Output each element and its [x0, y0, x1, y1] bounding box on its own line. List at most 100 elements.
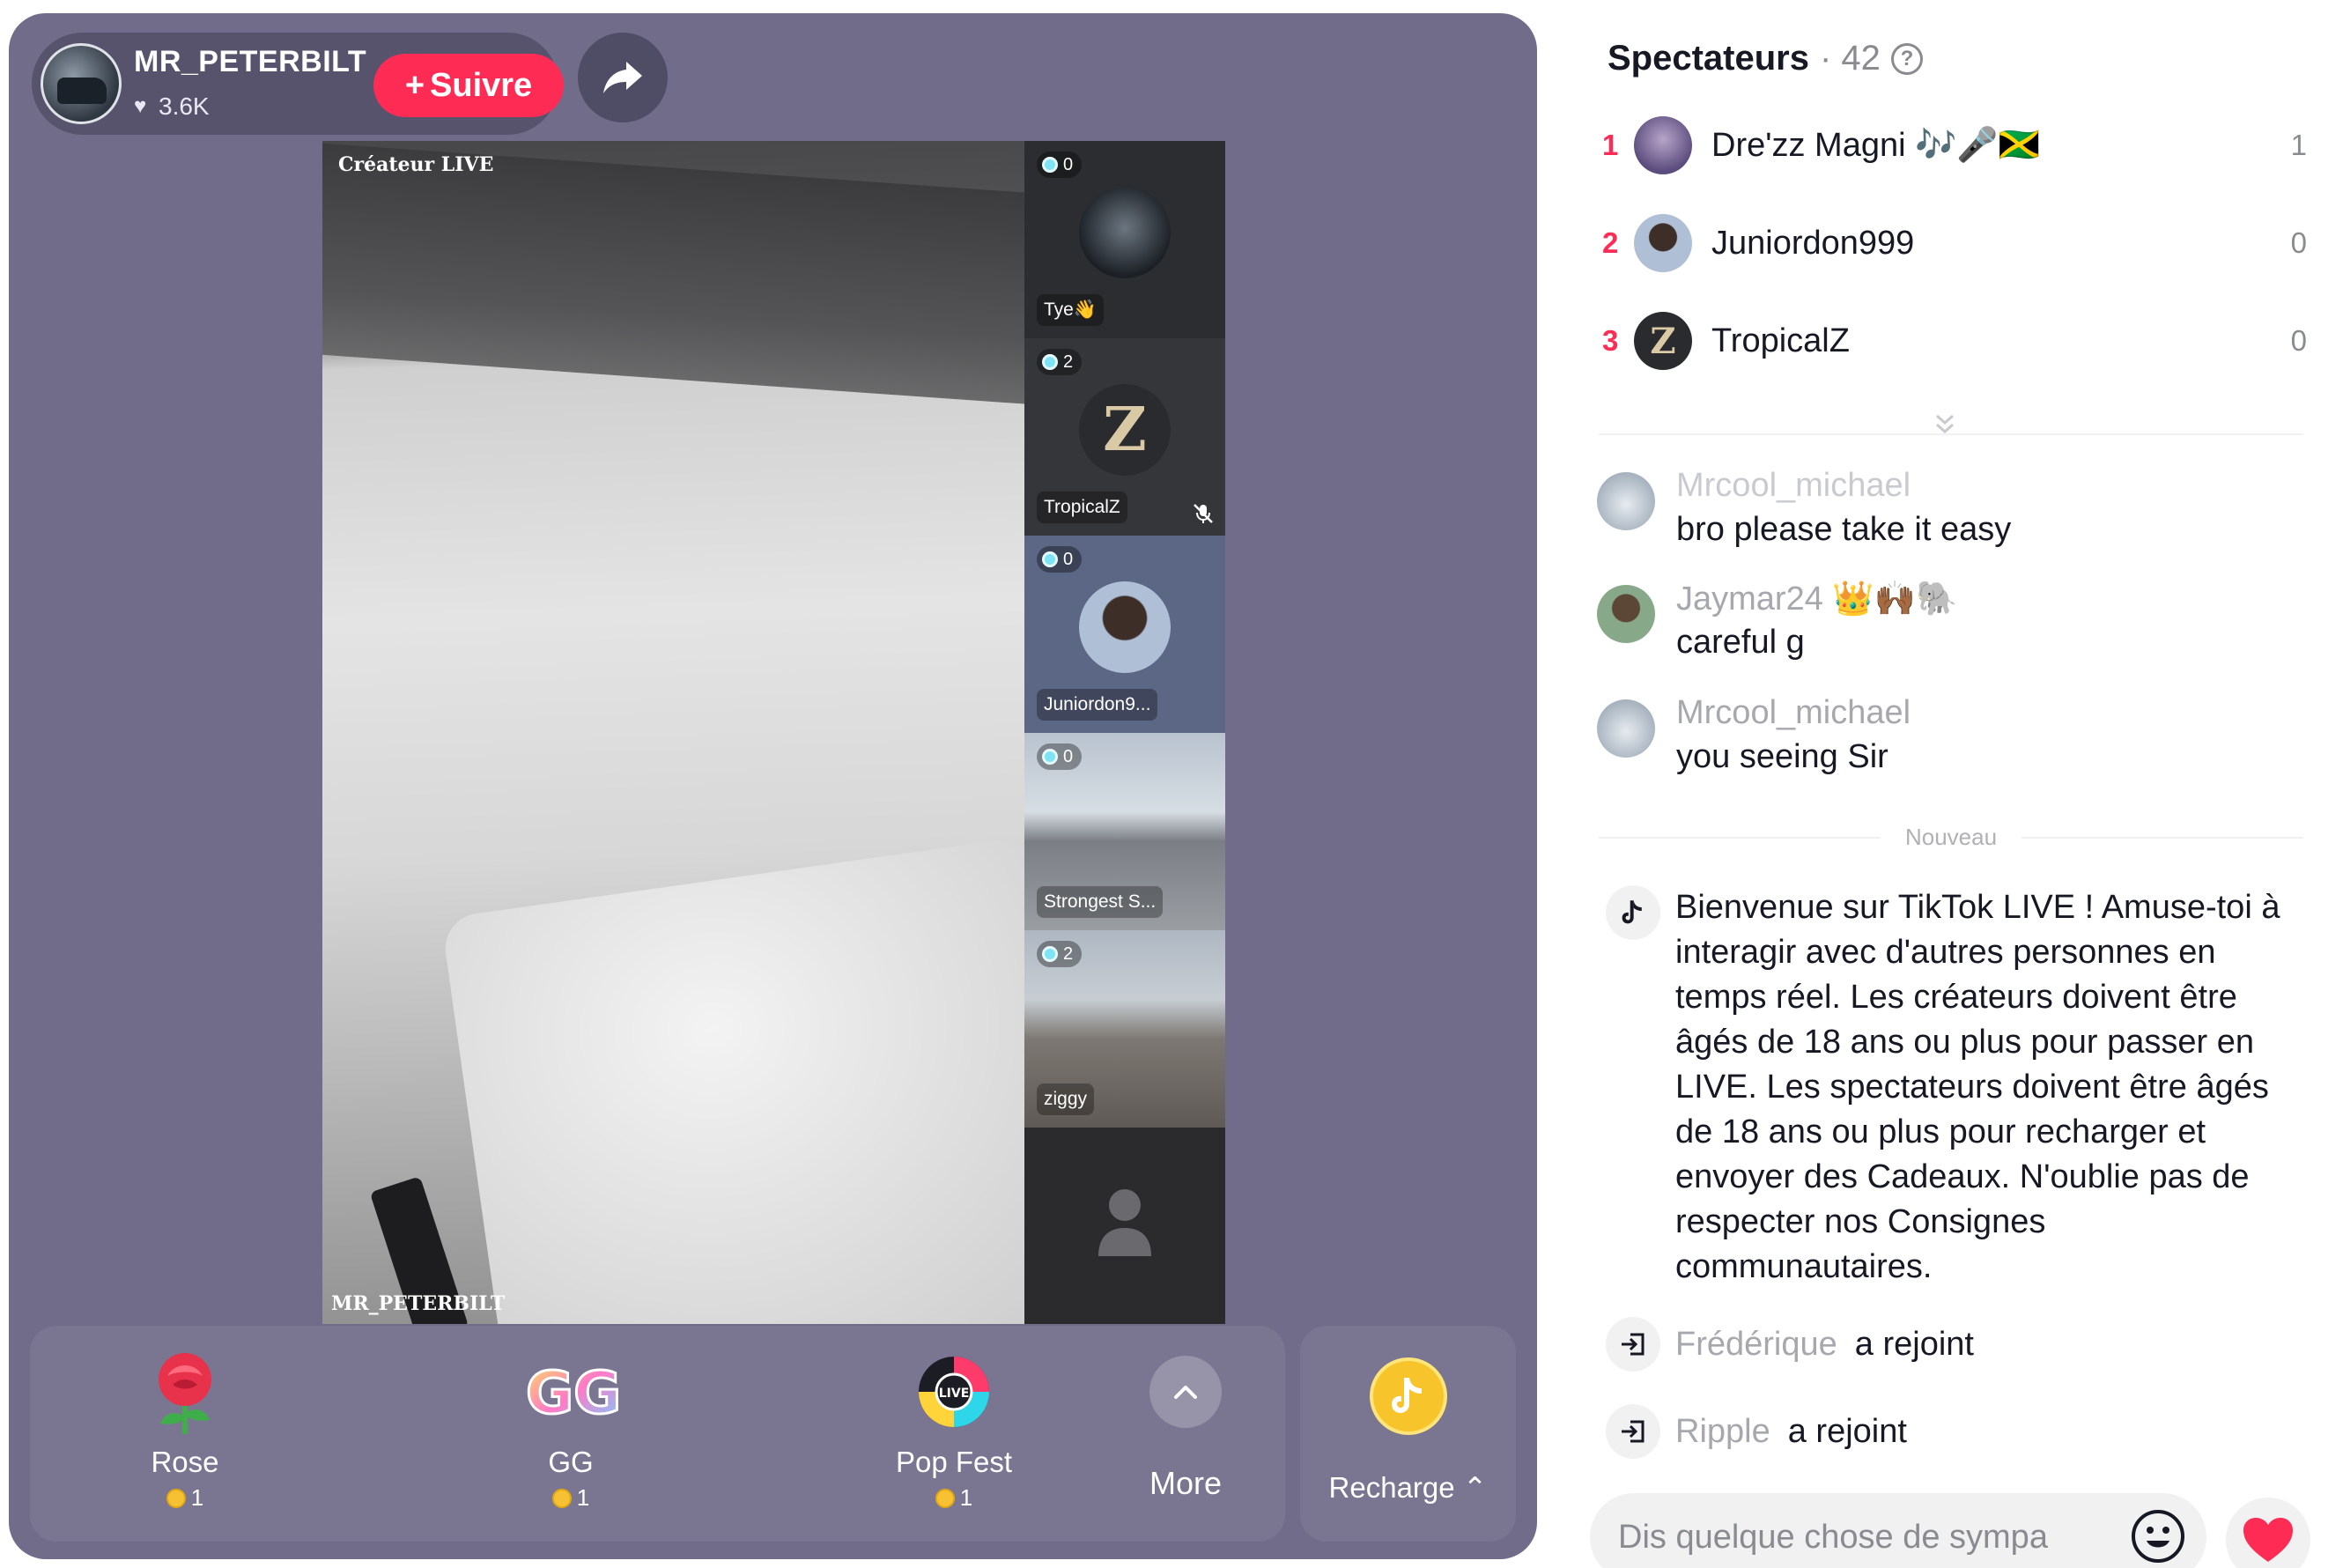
chat-username[interactable]: Mrcool_michael — [1676, 467, 1911, 505]
guest-count-badge: 2 — [1037, 349, 1083, 375]
chat-username[interactable]: Mrcool_michael — [1676, 694, 1911, 732]
popfest-icon: LIVE — [905, 1343, 1002, 1440]
gift-name: Pop Fest — [895, 1446, 1013, 1478]
chevron-up-small-icon: ⌃ — [1462, 1471, 1488, 1504]
join-text: a rejoint — [1854, 1325, 1974, 1363]
chat-avatar[interactable] — [1597, 699, 1655, 758]
guest-name: Juniordon9... — [1037, 689, 1158, 721]
welcome-message: Bienvenue sur TikTok LIVE ! Amuse-toi à … — [1675, 889, 2280, 1285]
guest-tile[interactable]: 0 Tye👋 — [1024, 141, 1225, 338]
host-likes-count: 3.6K — [159, 92, 210, 120]
guest-name: ziggy — [1037, 1084, 1095, 1115]
coin-icon — [166, 1488, 186, 1508]
gift-price-value: 1 — [190, 1484, 204, 1511]
app-root: MR_PETERBILT ♥ 3.6K + Suivre Créateur LI… — [0, 0, 2343, 1568]
chat-username[interactable]: Jaymar24 👑🙌🏾🐘 — [1676, 580, 1957, 618]
viewer-avatar — [1634, 214, 1692, 272]
viewer-rank: 3 — [1602, 324, 1619, 357]
guest-tile[interactable]: 0 Juniordon9... — [1024, 536, 1225, 733]
join-username[interactable]: Ripple — [1675, 1413, 1770, 1451]
plus-icon: + — [404, 66, 425, 104]
rose-icon — [137, 1343, 233, 1440]
new-messages-divider: Nouveau — [1599, 824, 2303, 851]
guest-count-badge: 2 — [1037, 941, 1083, 967]
join-username[interactable]: Frédérique — [1675, 1326, 1837, 1364]
follow-button[interactable]: + Suivre — [373, 54, 564, 117]
viewer-score: 1 — [2290, 129, 2307, 161]
chat-message: Jaymar24 👑🙌🏾🐘 careful g — [1597, 580, 2319, 668]
side-panel: Spectateurs · 42 ? 1 Dre'zz Magni 🎶🎤🇯🇲 1… — [1563, 0, 2343, 1568]
viewer-score: 0 — [2290, 226, 2307, 259]
gift-price: 1 — [88, 1484, 282, 1512]
chat-text: bro please take it easy — [1676, 511, 2012, 548]
more-label: More — [1149, 1465, 1223, 1501]
creator-live-label: Créateur LIVE — [338, 153, 494, 176]
gift-rose[interactable]: Rose 1 — [88, 1343, 282, 1528]
chat-message: Mrcool_michael you seeing Sir — [1597, 694, 2319, 782]
viewers-count: · 42 — [1819, 39, 1881, 78]
gift-gg[interactable]: GG GG 1 — [474, 1343, 668, 1528]
follow-label: Suivre — [430, 66, 533, 104]
guest-count-badge: 0 — [1037, 743, 1083, 770]
heart-icon: ♥ — [134, 94, 147, 118]
chevron-double-down-icon[interactable] — [1932, 412, 1958, 442]
join-text: a rejoint — [1787, 1412, 1907, 1450]
guest-count: 2 — [1063, 943, 1074, 964]
join-arrow-icon — [1606, 1404, 1660, 1459]
guest-tile[interactable]: 2 ziggy — [1024, 930, 1225, 1128]
gift-name: GG — [548, 1446, 594, 1478]
chat-message: Mrcool_michael bro please take it easy — [1597, 467, 2319, 555]
host-likes: ♥ 3.6K — [134, 92, 210, 121]
main-video[interactable]: Créateur LIVE MR_PETERBILT — [322, 141, 1024, 1324]
guest-tile[interactable]: Z 2 TropicalZ — [1024, 338, 1225, 536]
gift-price-value: 1 — [959, 1484, 973, 1511]
viewer-row[interactable]: 1 Dre'zz Magni 🎶🎤🇯🇲 1 — [1602, 110, 2307, 181]
emoji-icon[interactable] — [2129, 1507, 2187, 1565]
empty-guest-slot[interactable] — [1024, 1128, 1225, 1324]
viewers-title: Spectateurs — [1608, 39, 1809, 78]
guest-avatar — [1079, 187, 1171, 278]
divider — [1599, 433, 2303, 435]
guest-count: 2 — [1063, 351, 1074, 372]
guest-tile[interactable]: 0 Strongest S... — [1024, 733, 1225, 930]
gift-bar: Rose 1 GG GG 1 LIVE Pop Fest 1 More — [30, 1326, 1285, 1542]
video-scene-snow — [440, 830, 1024, 1324]
viewers-header: Spectateurs · 42 ? — [1608, 39, 1923, 78]
mic-muted-icon — [1194, 504, 1213, 523]
viewers-count-value: 42 — [1841, 39, 1881, 78]
chat-avatar[interactable] — [1597, 472, 1655, 530]
guest-count: 0 — [1063, 154, 1074, 174]
person-placeholder-icon — [1098, 1189, 1151, 1256]
score-dot-icon — [1042, 946, 1058, 962]
host-name[interactable]: MR_PETERBILT — [134, 45, 366, 79]
guest-name: Tye👋 — [1037, 294, 1104, 326]
heart-icon — [2243, 1518, 2293, 1562]
share-arrow-icon — [603, 62, 642, 93]
svg-text:LIVE: LIVE — [939, 1387, 970, 1401]
gift-price-value: 1 — [576, 1484, 590, 1511]
viewer-score: 0 — [2290, 324, 2307, 357]
guest-count-badge: 0 — [1037, 152, 1083, 178]
more-gifts-button[interactable]: More — [1089, 1343, 1282, 1528]
gift-pop-fest[interactable]: LIVE Pop Fest 1 — [857, 1343, 1051, 1528]
score-dot-icon — [1042, 354, 1058, 370]
guest-count: 0 — [1063, 549, 1074, 569]
chat-text: you seeing Sir — [1676, 738, 1888, 775]
recharge-button[interactable]: Recharge ⌃ — [1300, 1326, 1516, 1542]
share-button[interactable] — [578, 33, 668, 122]
host-info[interactable]: MR_PETERBILT ♥ 3.6K + Suivre — [32, 33, 564, 135]
help-icon[interactable]: ? — [1890, 42, 1923, 75]
viewer-row[interactable]: 3 Z TropicalZ 0 — [1602, 306, 2307, 376]
score-dot-icon — [1042, 157, 1058, 173]
viewer-row[interactable]: 2 Juniordon999 0 — [1602, 208, 2307, 278]
tiktok-logo-icon — [1606, 885, 1660, 940]
host-avatar[interactable] — [41, 43, 122, 124]
guest-column: 0 Tye👋 Z 2 TropicalZ 0 Juniordon9... 0 S… — [1024, 141, 1225, 1324]
guest-count: 0 — [1063, 746, 1074, 766]
guest-name: Strongest S... — [1037, 886, 1164, 918]
recharge-text: Recharge — [1328, 1471, 1455, 1504]
like-button[interactable] — [2226, 1498, 2310, 1568]
chat-avatar[interactable] — [1597, 585, 1655, 643]
comment-input[interactable] — [1618, 1513, 2111, 1562]
coin-icon — [935, 1488, 955, 1508]
